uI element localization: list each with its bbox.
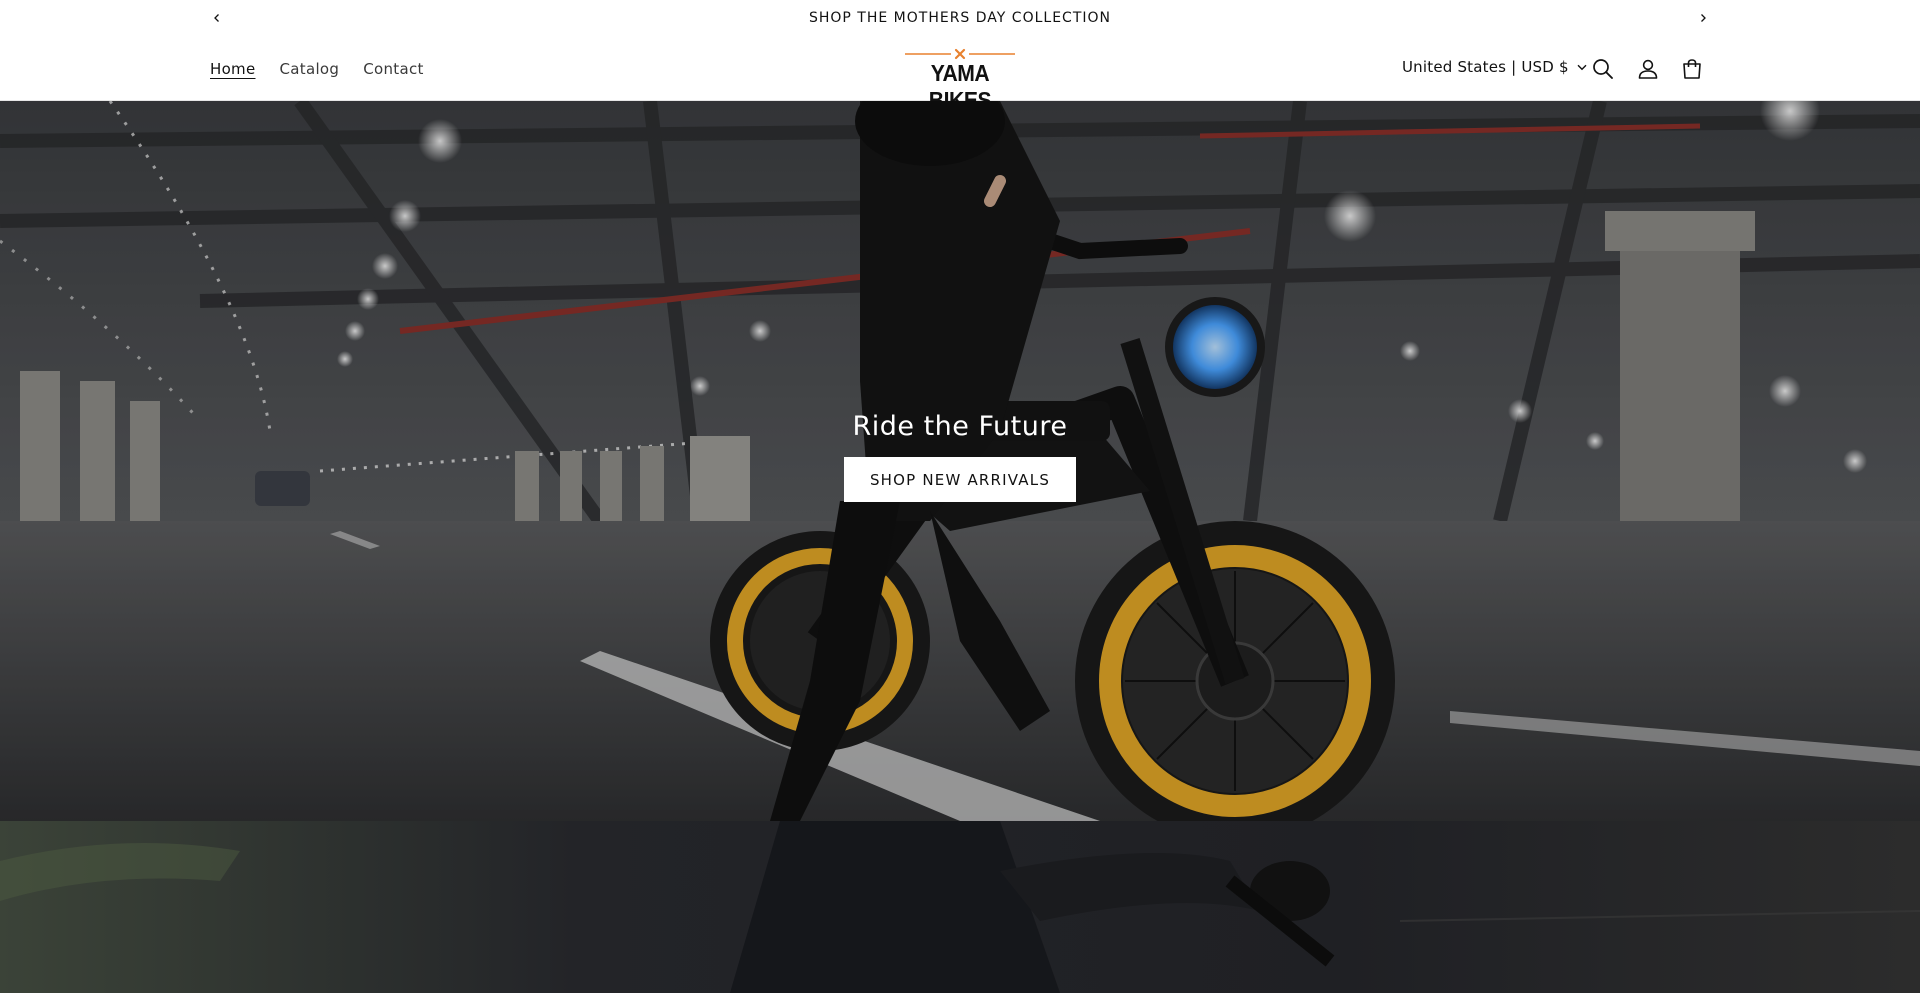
hero-content: Ride the Future SHOP NEW ARRIVALS <box>0 411 1920 502</box>
country-currency-selector[interactable]: United States | USD $ <box>1402 58 1587 76</box>
search-button[interactable] <box>1590 56 1616 82</box>
search-icon <box>1593 59 1613 79</box>
shop-new-arrivals-button[interactable]: SHOP NEW ARRIVALS <box>844 457 1076 502</box>
announcement-next-button[interactable] <box>1693 8 1713 28</box>
announcement-bar: SHOP THE MOTHERS DAY COLLECTION <box>0 0 1920 36</box>
site-logo[interactable]: YAMA BIKES <box>905 48 1015 113</box>
chevron-left-icon <box>214 14 219 22</box>
locale-label: United States | USD $ <box>1402 58 1569 76</box>
video-banner-section <box>0 821 1920 993</box>
account-button[interactable] <box>1635 56 1661 82</box>
announcement-prev-button[interactable] <box>207 8 227 28</box>
nav-link-catalog[interactable]: Catalog <box>280 60 340 78</box>
announcement-text[interactable]: SHOP THE MOTHERS DAY COLLECTION <box>809 10 1111 26</box>
cart-icon <box>1683 59 1701 79</box>
chevron-right-icon <box>1701 14 1706 22</box>
cart-button[interactable] <box>1679 56 1705 82</box>
logo-mark <box>905 48 1015 60</box>
chevron-down-icon <box>1577 64 1587 70</box>
nav-link-contact[interactable]: Contact <box>363 60 423 78</box>
account-icon <box>1638 59 1658 79</box>
hero-banner: Ride the Future SHOP NEW ARRIVALS <box>0 101 1920 821</box>
section-background-image <box>0 821 1920 993</box>
site-header: Home Catalog Contact YAMA BIKES United S… <box>0 36 1920 113</box>
nav-link-home[interactable]: Home <box>210 60 256 78</box>
main-nav: Home Catalog Contact <box>210 36 424 101</box>
hero-heading: Ride the Future <box>852 411 1068 442</box>
